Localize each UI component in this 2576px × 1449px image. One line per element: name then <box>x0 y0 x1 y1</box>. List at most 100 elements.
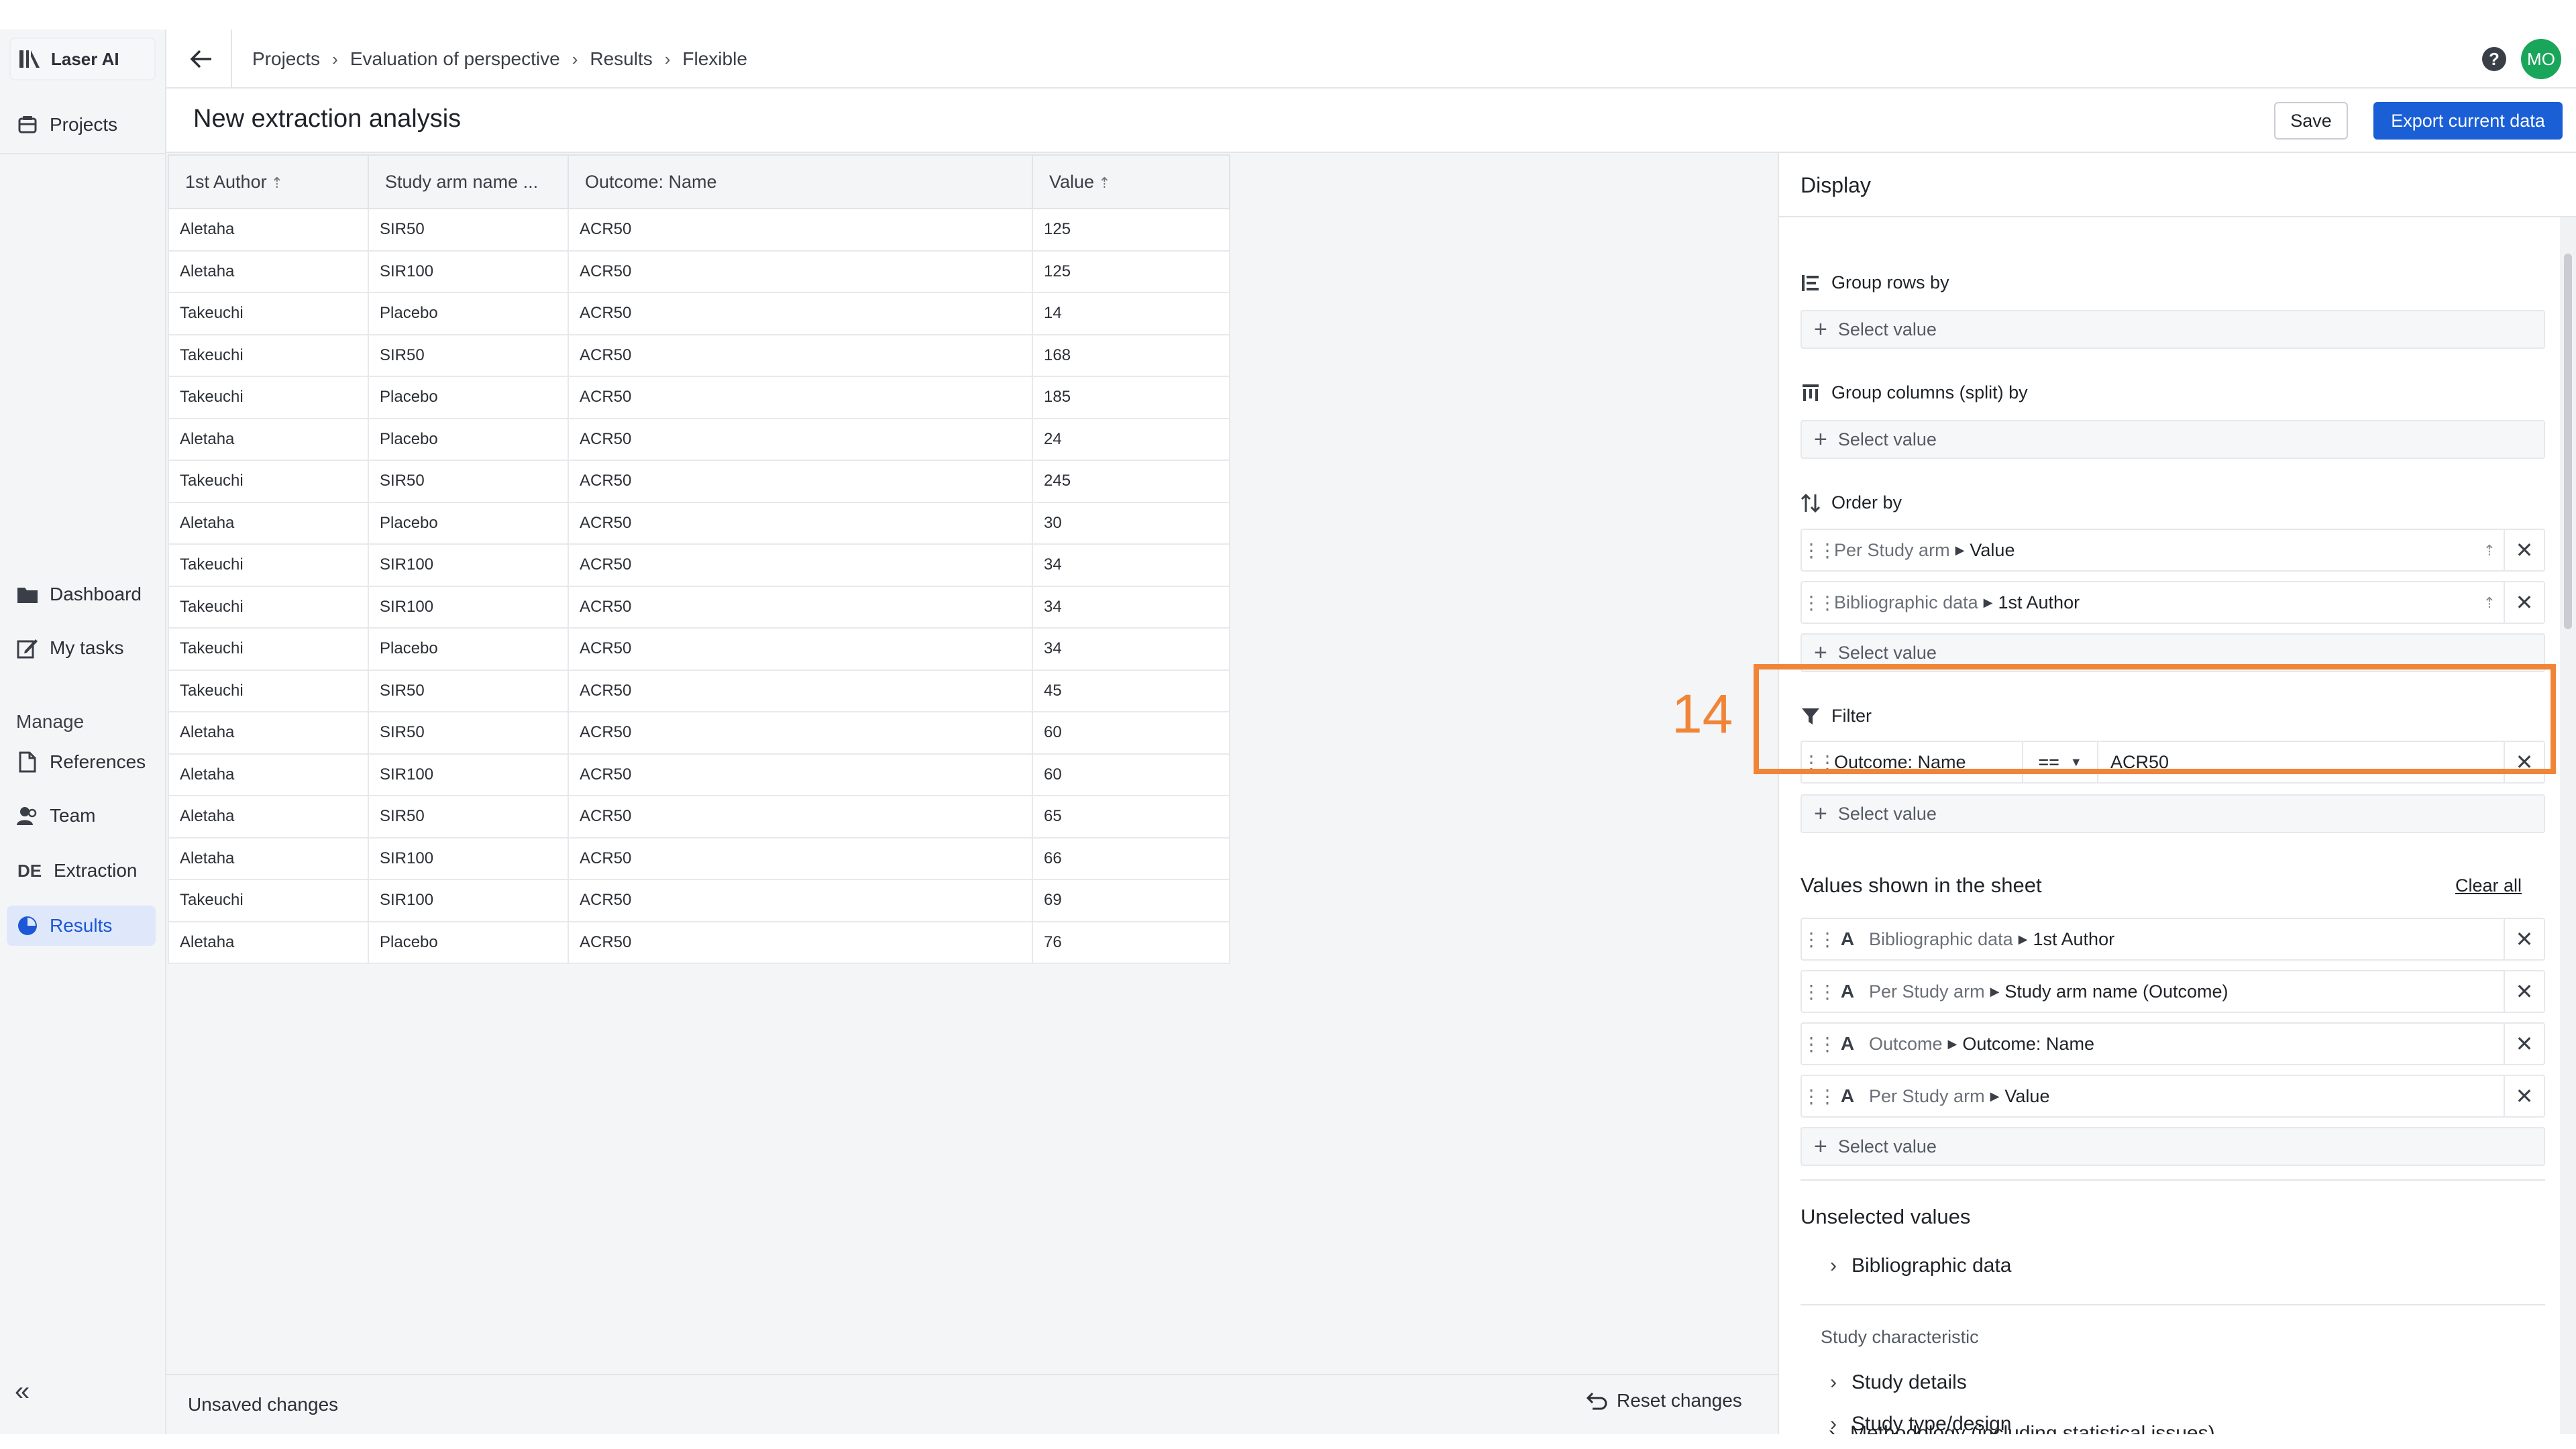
table-cell[interactable]: Aletaha <box>168 753 369 796</box>
column-header-1st-author[interactable]: 1st Author ⇡ <box>168 154 369 209</box>
table-cell[interactable]: ACR50 <box>568 292 1033 335</box>
table-cell[interactable]: Takeuchi <box>168 879 369 922</box>
table-row[interactable]: Aletaha SIR50 ACR50 65 <box>168 795 1230 839</box>
table-cell[interactable]: SIR100 <box>368 879 569 922</box>
drag-handle-icon[interactable]: ⋮⋮ <box>1802 928 1837 951</box>
filter-select[interactable]: + Select value <box>1801 794 2545 833</box>
table-row[interactable]: Takeuchi SIR100 ACR50 34 <box>168 543 1230 587</box>
table-cell[interactable]: ACR50 <box>568 753 1033 796</box>
breadcrumb-project[interactable]: Evaluation of perspective <box>350 48 560 70</box>
drag-handle-icon[interactable]: ⋮⋮ <box>1802 981 1837 1003</box>
table-cell[interactable]: Aletaha <box>168 837 369 880</box>
column-header-outcome-name[interactable]: Outcome: Name <box>568 154 1033 209</box>
breadcrumb-projects[interactable]: Projects <box>252 48 320 70</box>
table-row[interactable]: Aletaha SIR50 ACR50 125 <box>168 208 1230 252</box>
sort-ascending-icon[interactable]: ⇡ <box>2483 542 2496 559</box>
table-row[interactable]: Takeuchi Placebo ACR50 185 <box>168 376 1230 419</box>
drag-handle-icon[interactable]: ⋮⋮ <box>1802 1033 1837 1055</box>
table-cell[interactable]: 125 <box>1032 208 1230 252</box>
table-cell[interactable]: SIR100 <box>368 543 569 587</box>
tree-item-study-details[interactable]: › Study details <box>1830 1371 1967 1394</box>
table-cell[interactable]: Placebo <box>368 920 569 964</box>
table-cell[interactable]: Takeuchi <box>168 627 369 671</box>
sort-ascending-icon[interactable]: ⇡ <box>2483 594 2496 612</box>
breadcrumb-results[interactable]: Results <box>590 48 652 70</box>
clear-all-link[interactable]: Clear all <box>2455 875 2522 896</box>
table-cell[interactable]: ACR50 <box>568 795 1033 839</box>
table-row[interactable]: Aletaha Placebo ACR50 76 <box>168 920 1230 964</box>
table-cell[interactable]: 34 <box>1032 543 1230 587</box>
table-cell[interactable]: SIR50 <box>368 795 569 839</box>
export-current-data-button[interactable]: Export current data <box>2373 102 2563 140</box>
table-row[interactable]: Takeuchi SIR100 ACR50 69 <box>168 879 1230 922</box>
table-cell[interactable]: 245 <box>1032 460 1230 503</box>
table-cell[interactable]: SIR50 <box>368 333 569 377</box>
table-cell[interactable]: Aletaha <box>168 250 369 293</box>
table-row[interactable]: Takeuchi Placebo ACR50 14 <box>168 292 1230 335</box>
table-cell[interactable]: 76 <box>1032 920 1230 964</box>
remove-icon[interactable]: ✕ <box>2504 530 2544 570</box>
table-cell[interactable]: Aletaha <box>168 208 369 252</box>
table-cell[interactable]: 30 <box>1032 501 1230 545</box>
sidebar-item-projects[interactable]: Projects <box>7 105 156 145</box>
table-row[interactable]: Takeuchi SIR50 ACR50 168 <box>168 333 1230 377</box>
value-shown-item[interactable]: ⋮⋮ A Per Study arm ▶ Value ✕ <box>1801 1075 2545 1118</box>
group-columns-select[interactable]: + Select value <box>1801 420 2545 459</box>
table-cell[interactable]: SIR50 <box>368 711 569 755</box>
table-cell[interactable]: ACR50 <box>568 543 1033 587</box>
table-cell[interactable]: Aletaha <box>168 711 369 755</box>
table-cell[interactable]: ACR50 <box>568 501 1033 545</box>
table-cell[interactable]: SIR50 <box>368 669 569 712</box>
avatar[interactable]: MO <box>2521 39 2561 79</box>
value-shown-item[interactable]: ⋮⋮ A Bibliographic data ▶ 1st Author ✕ <box>1801 918 2545 961</box>
table-cell[interactable]: Takeuchi <box>168 669 369 712</box>
drag-handle-icon[interactable]: ⋮⋮ <box>1802 539 1837 561</box>
table-cell[interactable]: ACR50 <box>568 627 1033 671</box>
table-cell[interactable]: Placebo <box>368 627 569 671</box>
table-cell[interactable]: 14 <box>1032 292 1230 335</box>
table-cell[interactable]: Placebo <box>368 501 569 545</box>
table-cell[interactable]: ACR50 <box>568 208 1033 252</box>
table-cell[interactable]: ACR50 <box>568 460 1033 503</box>
table-row[interactable]: Takeuchi SIR50 ACR50 45 <box>168 669 1230 712</box>
remove-icon[interactable]: ✕ <box>2504 1024 2544 1064</box>
table-row[interactable]: Aletaha SIR50 ACR50 60 <box>168 711 1230 755</box>
table-cell[interactable]: 125 <box>1032 250 1230 293</box>
brand[interactable]: Laser AI <box>9 38 156 80</box>
remove-icon[interactable]: ✕ <box>2504 1076 2544 1116</box>
table-row[interactable]: Aletaha Placebo ACR50 30 <box>168 501 1230 545</box>
sidebar-item-my-tasks[interactable]: My tasks <box>7 628 156 668</box>
table-cell[interactable]: 65 <box>1032 795 1230 839</box>
table-cell[interactable]: Takeuchi <box>168 543 369 587</box>
table-cell[interactable]: ACR50 <box>568 333 1033 377</box>
reset-changes-button[interactable]: Reset changes <box>1586 1390 1742 1411</box>
table-row[interactable]: Aletaha SIR100 ACR50 60 <box>168 753 1230 796</box>
tree-item-bibliographic-data[interactable]: › Bibliographic data <box>1830 1254 2012 1277</box>
collapse-sidebar-icon[interactable]: « <box>15 1377 30 1407</box>
table-cell[interactable]: Takeuchi <box>168 292 369 335</box>
table-cell[interactable]: Placebo <box>368 417 569 461</box>
drag-handle-icon[interactable]: ⋮⋮ <box>1802 1085 1837 1108</box>
sidebar-item-dashboard[interactable]: Dashboard <box>7 574 156 614</box>
table-cell[interactable]: Placebo <box>368 376 569 419</box>
back-arrow-icon[interactable] <box>184 42 219 76</box>
save-button[interactable]: Save <box>2274 102 2348 140</box>
sidebar-item-team[interactable]: Team <box>7 796 156 836</box>
table-cell[interactable]: 66 <box>1032 837 1230 880</box>
table-row[interactable]: Aletaha SIR100 ACR50 66 <box>168 837 1230 880</box>
table-cell[interactable]: Aletaha <box>168 501 369 545</box>
remove-icon[interactable]: ✕ <box>2504 919 2544 959</box>
table-row[interactable]: Takeuchi SIR100 ACR50 34 <box>168 585 1230 629</box>
table-row[interactable]: Takeuchi Placebo ACR50 34 <box>168 627 1230 671</box>
table-cell[interactable]: 69 <box>1032 879 1230 922</box>
table-cell[interactable]: SIR100 <box>368 837 569 880</box>
table-row[interactable]: Aletaha Placebo ACR50 24 <box>168 417 1230 461</box>
table-cell[interactable]: 60 <box>1032 711 1230 755</box>
help-icon[interactable]: ? <box>2482 47 2506 71</box>
remove-icon[interactable]: ✕ <box>2504 582 2544 623</box>
value-shown-item[interactable]: ⋮⋮ A Outcome ▶ Outcome: Name ✕ <box>1801 1022 2545 1065</box>
table-cell[interactable]: SIR50 <box>368 208 569 252</box>
sidebar-item-references[interactable]: References <box>7 742 156 782</box>
table-cell[interactable]: ACR50 <box>568 417 1033 461</box>
table-cell[interactable]: ACR50 <box>568 585 1033 629</box>
